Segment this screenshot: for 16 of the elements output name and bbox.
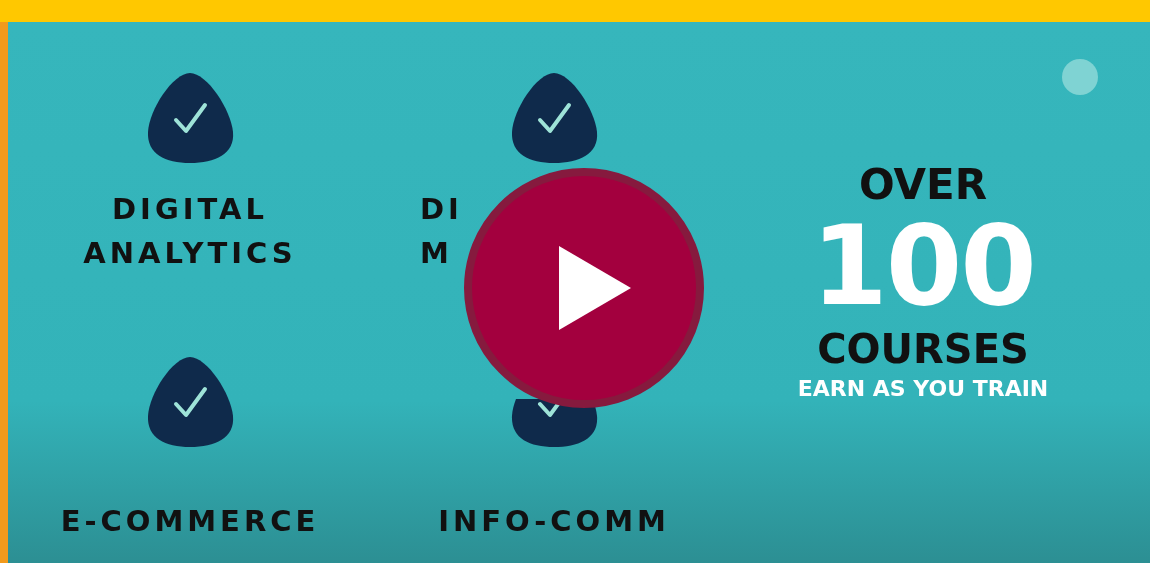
check-icon bbox=[145, 354, 235, 449]
video-thumbnail[interactable]: DIGITAL ANALYTICS DI M E-COMMERCE INFO-COMM OVER 100 COURSES EARN AS YOU TRAIN bbox=[0, 0, 1150, 563]
feature-label: ANALYTICS bbox=[83, 235, 297, 272]
feature-label: DI bbox=[420, 191, 463, 228]
feature-label: E-COMMERCE bbox=[60, 503, 320, 540]
check-icon bbox=[509, 70, 599, 165]
circle-decoration bbox=[1062, 59, 1098, 95]
course-count: 100 bbox=[811, 209, 1035, 324]
promo-heading: OVER bbox=[858, 161, 988, 209]
feature-label: DIGITAL bbox=[112, 191, 268, 228]
feature-label: M bbox=[420, 235, 453, 272]
promo-tagline: EARN AS YOU TRAIN bbox=[797, 375, 1049, 403]
check-icon bbox=[145, 70, 235, 165]
feature-label: INFO-COMM bbox=[438, 503, 670, 540]
check-icon bbox=[509, 399, 599, 449]
promo-subheading: COURSES bbox=[817, 325, 1029, 374]
